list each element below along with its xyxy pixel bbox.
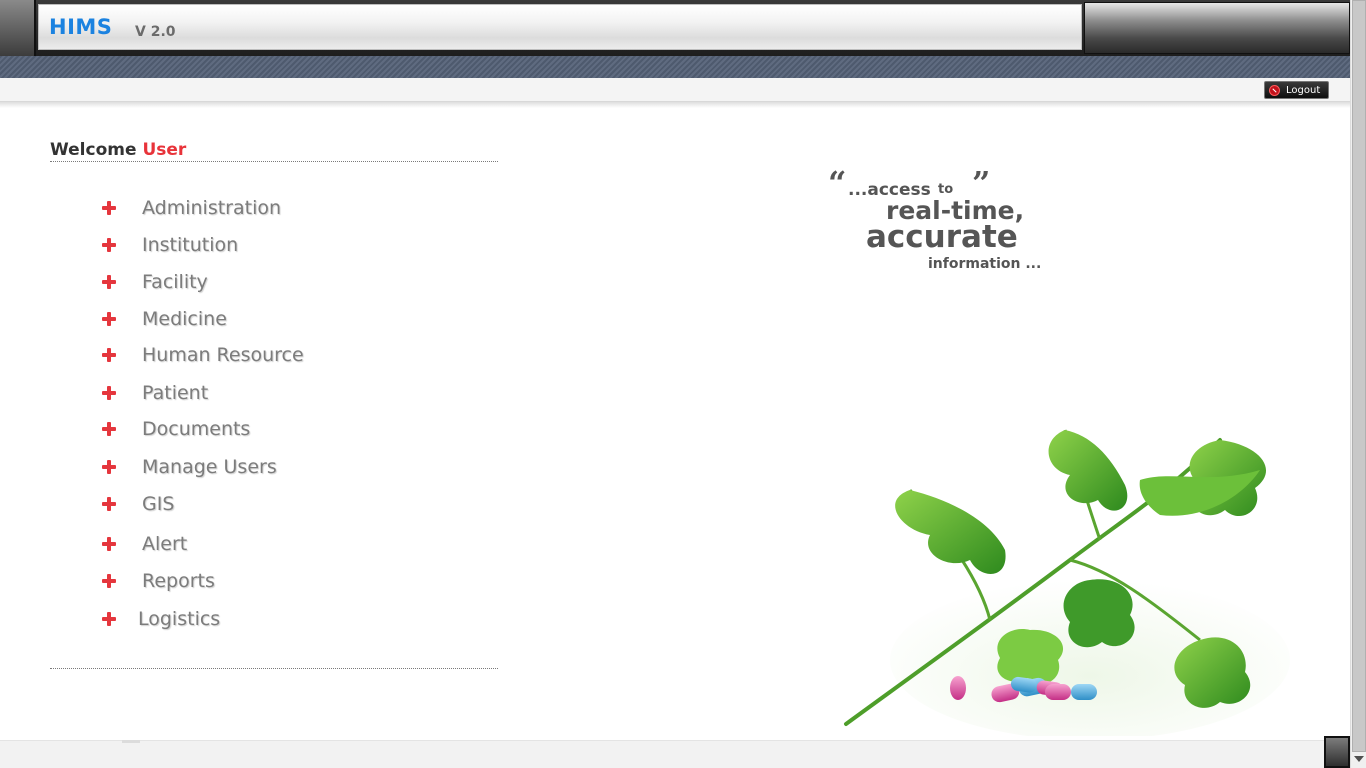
plus-icon xyxy=(102,275,116,289)
corner-decoration xyxy=(1324,736,1350,768)
menu-item-reports[interactable]: Reports xyxy=(102,569,215,593)
footer-bar xyxy=(0,740,1350,768)
plus-icon xyxy=(102,460,116,474)
menu-item-label: Facility xyxy=(142,271,208,293)
header-stripe-band xyxy=(0,56,1350,78)
power-icon xyxy=(1269,84,1280,96)
logout-button[interactable]: Logout xyxy=(1264,81,1329,99)
plus-icon xyxy=(102,238,116,252)
plus-icon xyxy=(102,312,116,326)
plus-icon xyxy=(102,537,116,551)
menu-item-documents[interactable]: Documents xyxy=(102,417,250,441)
plus-icon xyxy=(102,348,116,362)
menu-item-label: Reports xyxy=(142,570,215,592)
plus-icon xyxy=(102,386,116,400)
menu-item-administration[interactable]: Administration xyxy=(102,196,281,220)
tagline-line-4: information ... xyxy=(928,256,1042,272)
menu-item-label: Institution xyxy=(142,234,239,256)
vertical-scrollbar[interactable] xyxy=(1350,0,1366,768)
tagline-quote: “ ...access to ” real-time, accurate inf… xyxy=(820,164,1060,278)
menu-item-facility[interactable]: Facility xyxy=(102,270,208,294)
menu-item-label: Administration xyxy=(142,197,282,219)
menu-item-label: Alert xyxy=(142,533,188,555)
menu-item-alert[interactable]: Alert xyxy=(102,532,187,556)
menu-item-label: Human Resource xyxy=(142,344,304,366)
menu-item-patient[interactable]: Patient xyxy=(102,381,208,405)
logout-label: Logout xyxy=(1286,84,1321,96)
menu-item-label: Documents xyxy=(142,418,251,440)
menu-item-label: Logistics xyxy=(138,608,221,630)
menu-item-label: Patient xyxy=(142,382,209,404)
tagline-to: to xyxy=(938,182,954,197)
menu-item-label: Medicine xyxy=(142,308,227,330)
scroll-down-arrow-icon[interactable] xyxy=(1354,756,1364,762)
menu-item-human-resource[interactable]: Human Resource xyxy=(102,343,304,367)
menu-divider xyxy=(50,668,498,669)
welcome-user-name: User xyxy=(142,140,187,160)
toolbar-shadow xyxy=(0,102,1350,108)
welcome-greeting: Welcome xyxy=(50,140,137,160)
page: HIMS V 2.0 Logout Welcome User Administr… xyxy=(0,0,1366,768)
plus-icon xyxy=(102,422,116,436)
plus-icon xyxy=(102,497,116,511)
menu-item-label: GIS xyxy=(142,493,175,515)
scrollbar-thumb[interactable] xyxy=(1352,0,1366,752)
toolbar: Logout xyxy=(0,78,1350,102)
menu-item-medicine[interactable]: Medicine xyxy=(102,307,227,331)
herb-and-pills-illustration xyxy=(844,429,1290,736)
plus-icon xyxy=(102,612,116,626)
app-title: HIMS xyxy=(49,15,113,39)
header-right-cap xyxy=(1084,2,1350,54)
footer-stub xyxy=(122,740,140,743)
plus-icon xyxy=(102,201,116,215)
menu-item-institution[interactable]: Institution xyxy=(102,233,238,257)
open-quote-mark: “ xyxy=(828,164,847,202)
menu-item-manage-users[interactable]: Manage Users xyxy=(102,455,277,479)
tagline-line-3: accurate xyxy=(866,219,1018,255)
menu-item-logistics[interactable]: Logistics xyxy=(102,607,220,631)
menu-item-gis[interactable]: GIS xyxy=(102,492,174,516)
menu-item-label: Manage Users xyxy=(142,456,277,478)
header-left-cap xyxy=(0,0,36,56)
plus-icon xyxy=(102,574,116,588)
welcome-heading: Welcome User xyxy=(50,140,498,162)
app-version: V 2.0 xyxy=(135,24,176,40)
header: HIMS V 2.0 xyxy=(0,0,1350,56)
header-title-band: HIMS V 2.0 xyxy=(38,4,1082,50)
